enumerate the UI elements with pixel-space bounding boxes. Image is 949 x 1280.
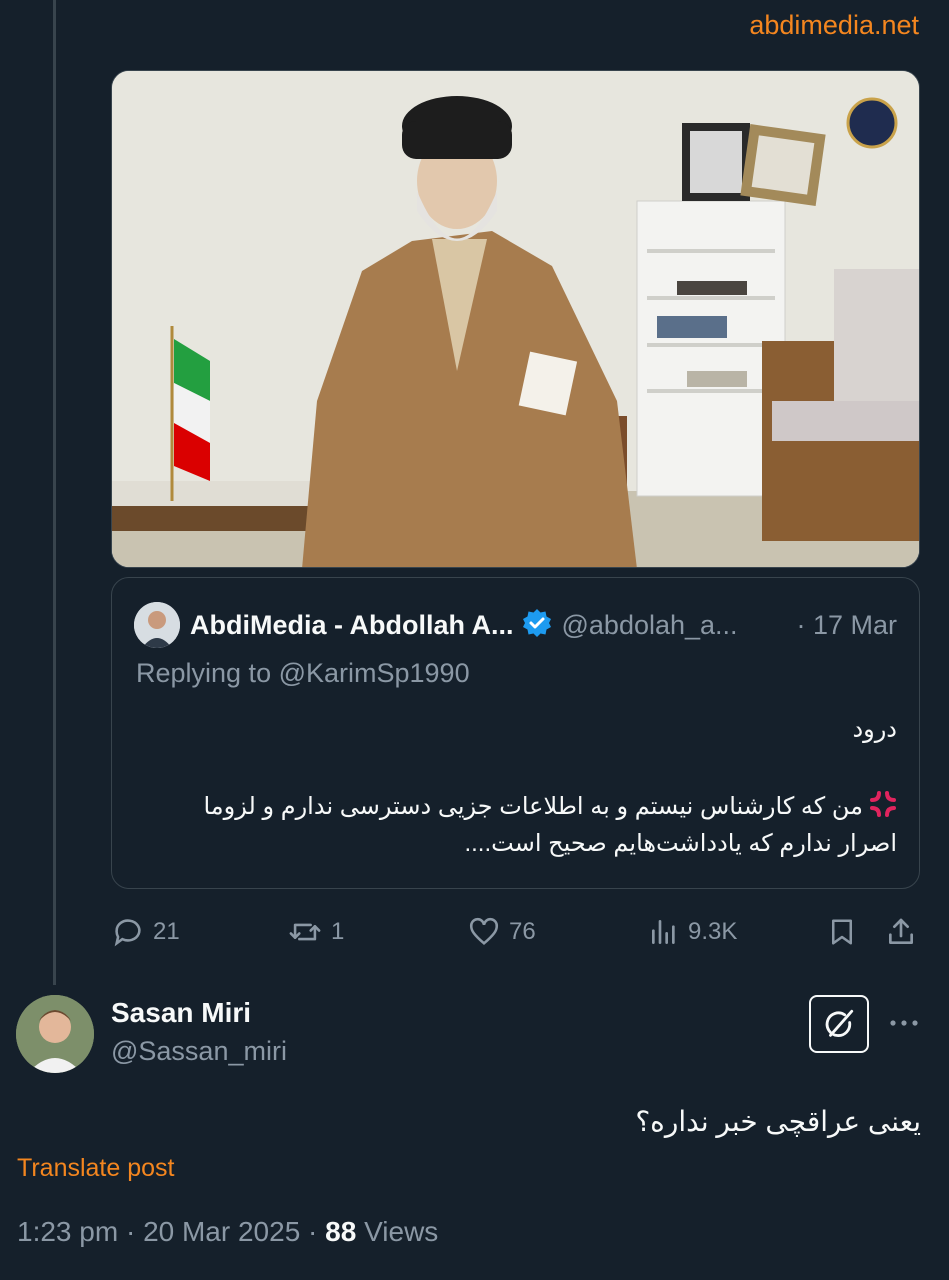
quoted-post-body-line2: من که کارشناس نیستم و به اطلاعات جزیی دس…: [203, 793, 897, 857]
post-views-label: Views: [364, 1216, 439, 1247]
bookmark-icon: [832, 919, 852, 945]
repost-icon: [289, 923, 321, 941]
heart-icon: [469, 917, 499, 946]
reply-count: 21: [153, 918, 180, 945]
grok-icon: [825, 1009, 854, 1037]
quoted-author-name[interactable]: AbdiMedia - Abdollah A...: [190, 610, 514, 641]
like-button[interactable]: 76: [467, 910, 536, 954]
quoted-author-avatar[interactable]: [134, 602, 180, 648]
post-media-image[interactable]: [111, 70, 920, 568]
share-icon: [889, 918, 913, 944]
reply-post-text: یعنی عراقچی خبر نداره؟: [635, 1106, 921, 1137]
views-count: 9.3K: [688, 918, 738, 945]
quoted-post-card[interactable]: AbdiMedia - Abdollah A... @abdolah_a... …: [111, 577, 920, 889]
post-action-bar: 21 1 76 9.3K: [111, 910, 920, 954]
link-domain[interactable]: abdimedia.net: [749, 10, 919, 41]
repost-count: 1: [331, 918, 345, 945]
like-count: 76: [509, 918, 536, 945]
more-dots-icon: [890, 1020, 918, 1026]
post-time[interactable]: 1:23 pm: [17, 1216, 118, 1247]
quoted-author-handle[interactable]: @abdolah_a...: [562, 610, 738, 641]
verified-badge-icon: [522, 608, 552, 643]
anger-symbol-icon: [869, 790, 897, 827]
share-button[interactable]: [885, 910, 925, 954]
translate-post-link[interactable]: Translate post: [17, 1154, 174, 1183]
quoted-post-header: AbdiMedia - Abdollah A... @abdolah_a... …: [134, 600, 897, 650]
quoted-post-body: من که کارشناس نیستم و به اطلاعات جزیی دس…: [157, 790, 897, 860]
replying-to-text[interactable]: Replying to @KarimSp1990: [136, 658, 470, 689]
quoted-post-body-line1: درود: [852, 716, 897, 743]
views-button[interactable]: 9.3K: [648, 910, 737, 954]
post-date[interactable]: 20 Mar 2025: [143, 1216, 300, 1247]
reply-author-name[interactable]: Sasan Miri: [111, 997, 251, 1029]
thread-connector-line: [53, 0, 56, 985]
more-options-button[interactable]: [884, 1003, 924, 1043]
quoted-post-date[interactable]: · 17 Mar: [796, 610, 897, 641]
reply-button[interactable]: 21: [111, 910, 180, 954]
analytics-bar-icon: [652, 920, 675, 944]
bookmark-button[interactable]: [827, 910, 865, 954]
reply-author-handle[interactable]: @Sassan_miri: [111, 1036, 287, 1067]
reply-icon: [114, 919, 141, 947]
post-metadata: 1:23 pm · 20 Mar 2025 · 88 Views: [17, 1216, 439, 1247]
repost-button[interactable]: 1: [287, 910, 344, 954]
reply-author-avatar[interactable]: [16, 995, 94, 1073]
post-views-count: 88: [325, 1216, 357, 1247]
grok-button[interactable]: [809, 995, 869, 1053]
